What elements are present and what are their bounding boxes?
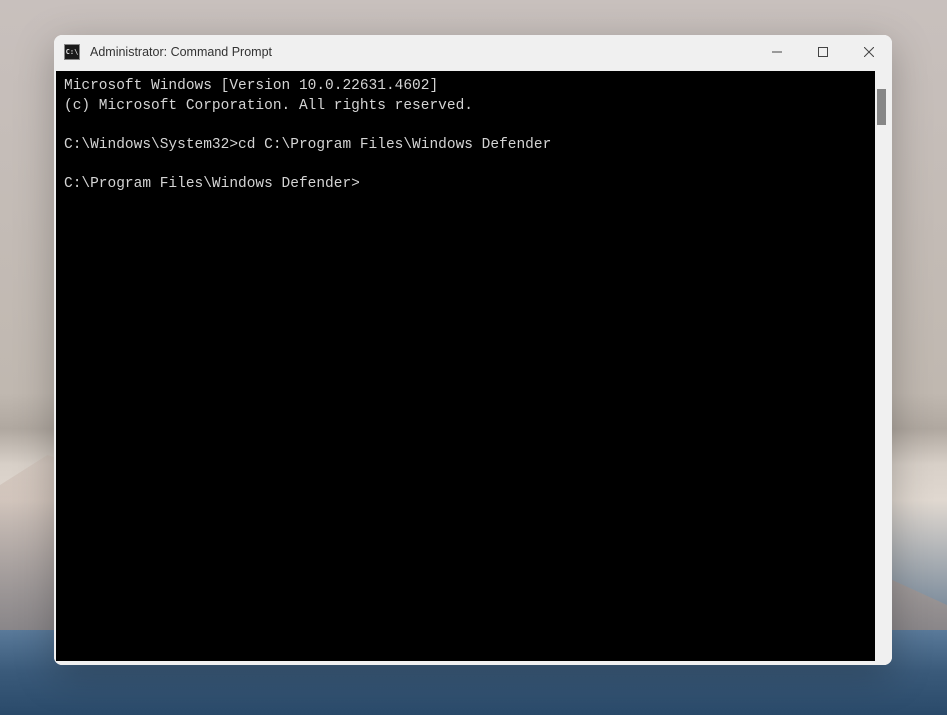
maximize-button[interactable]: [800, 35, 846, 69]
window-title: Administrator: Command Prompt: [90, 45, 754, 59]
terminal-container: Microsoft Windows [Version 10.0.22631.46…: [54, 69, 892, 665]
terminal-line: (c) Microsoft Corporation. All rights re…: [64, 98, 473, 114]
close-button[interactable]: [846, 35, 892, 69]
close-icon: [864, 47, 874, 57]
scrollbar[interactable]: [875, 71, 890, 661]
maximize-icon: [818, 47, 828, 57]
minimize-button[interactable]: [754, 35, 800, 69]
window-controls: [754, 35, 892, 69]
terminal-output[interactable]: Microsoft Windows [Version 10.0.22631.46…: [56, 71, 875, 661]
titlebar[interactable]: C:\ Administrator: Command Prompt: [54, 35, 892, 69]
minimize-icon: [772, 47, 782, 57]
cmd-app-icon: C:\: [64, 44, 80, 60]
command-prompt-window: C:\ Administrator: Command Prompt Micros…: [54, 35, 892, 665]
scrollbar-thumb[interactable]: [877, 89, 886, 125]
terminal-line: Microsoft Windows [Version 10.0.22631.46…: [64, 78, 438, 94]
terminal-line: C:\Windows\System32>cd C:\Program Files\…: [64, 137, 551, 153]
terminal-line: C:\Program Files\Windows Defender>: [64, 176, 360, 192]
